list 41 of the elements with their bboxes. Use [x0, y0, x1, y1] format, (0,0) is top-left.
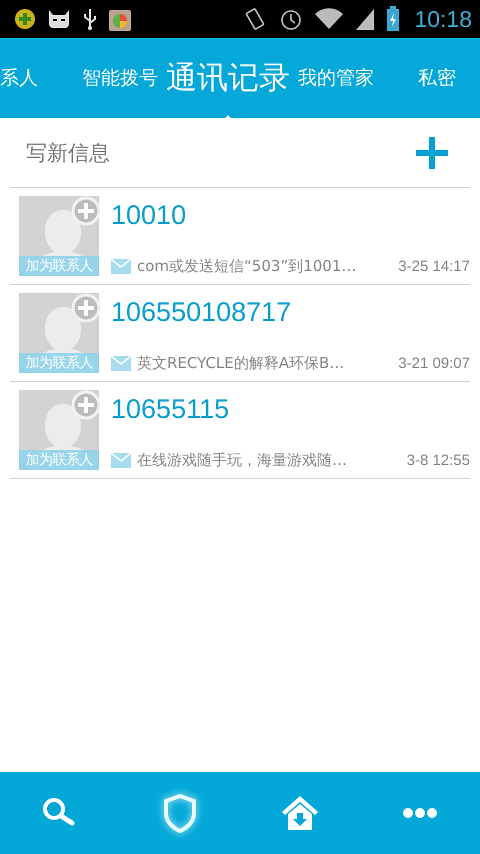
more-icon[interactable] [402, 807, 438, 819]
battery-icon [386, 6, 400, 32]
shield-icon[interactable] [162, 793, 198, 833]
compose-label: 写新信息 [26, 140, 110, 166]
tab[interactable]: 我的管家 [294, 65, 378, 91]
tab[interactable]: 系人 [0, 65, 42, 91]
message-preview: 英文RECYCLE的解释A环保B… [137, 354, 346, 373]
tab[interactable]: 智能拨号 [78, 65, 162, 91]
add-contact-icon[interactable] [71, 293, 101, 323]
message-preview: com或发送短信“503”到1001… [137, 257, 358, 276]
message-preview: 在线游戏随手玩，海量游戏随… [137, 451, 348, 470]
message-time: 3-21 09:07 [398, 355, 470, 372]
avatar-picture[interactable]: 加为联系人 [19, 293, 99, 373]
compose-row[interactable]: 写新信息 [10, 118, 470, 188]
envelope-icon [111, 453, 131, 468]
wifi-icon [314, 8, 344, 30]
plus-badge-icon [14, 8, 36, 30]
add-icon[interactable] [416, 136, 448, 168]
usb-icon [82, 7, 98, 31]
add-contact-label: 加为联系人 [19, 450, 99, 470]
message-row[interactable]: 加为联系人 10655115 在线游戏随手玩，海量游戏随… 3-8 12:55 [10, 382, 470, 479]
sender-number: 106550108717 [111, 297, 292, 328]
tab[interactable]: 私密 [414, 65, 460, 91]
house-download-icon[interactable] [280, 794, 320, 832]
message-row[interactable]: 加为联系人 106550108717 英文RECYCLE的解释A环保B… 3-21 09:07 [10, 285, 470, 382]
message-time: 3-8 12:55 [406, 452, 470, 469]
envelope-icon [111, 259, 131, 274]
sender-number: 10655115 [111, 394, 230, 425]
signal-icon [354, 7, 376, 31]
avatar-picture[interactable]: 加为联系人 [19, 390, 99, 470]
message-row[interactable]: 加为联系人 10010 com或发送短信“503”到1001… 3-25 14:17 [10, 188, 470, 285]
add-contact-label: 加为联系人 [19, 353, 99, 373]
message-time: 3-25 14:17 [398, 258, 470, 275]
avatar-picture[interactable]: 加为联系人 [19, 196, 99, 276]
add-contact-icon[interactable] [71, 196, 101, 226]
add-contact-label: 加为联系人 [19, 256, 99, 276]
sender-number: 10010 [111, 200, 188, 231]
tab[interactable]: 通讯记录 [162, 57, 294, 99]
add-contact-icon[interactable] [71, 390, 101, 420]
status-time: 10:18 [414, 6, 472, 32]
envelope-icon [111, 356, 131, 371]
